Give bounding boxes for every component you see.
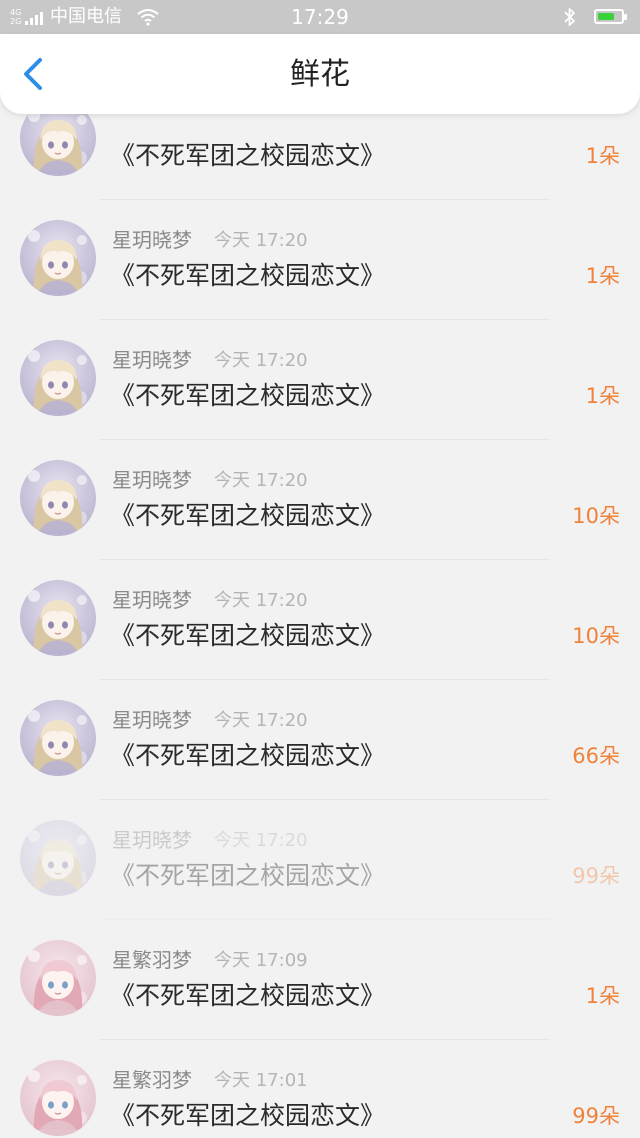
book-title[interactable]: 《不死军团之校园恋文》 <box>110 736 385 772</box>
send-time: 今天 17:20 <box>214 590 308 611</box>
flower-count: 1朵 <box>585 264 620 288</box>
list-item[interactable]: 星玥晓梦 今天 17:20 《不死军团之校园恋文》 1朵 <box>0 320 640 440</box>
book-title: 《不死军团之校园恋文》 <box>110 141 386 170</box>
book-title[interactable]: 《不死军团之校园恋文》 <box>110 376 385 412</box>
send-time: 今天 17:20 <box>214 710 308 731</box>
list-item[interactable]: 星玥晓梦 今天 17:20 《不死军团之校园恋文》 99朵 <box>0 800 640 920</box>
flower-count: 1朵 <box>585 144 620 168</box>
send-time: 今天 17:01 <box>214 1070 308 1091</box>
status-bar: 4G 2G 中国电信 17:29 <box>0 0 640 34</box>
avatar[interactable] <box>20 340 96 416</box>
chevron-left-icon <box>24 58 42 90</box>
flower-count: 1朵 <box>585 384 620 408</box>
list-item[interactable]: 星玥晓梦 今天 17:20 《不死军团之校园恋文》 66朵 <box>0 680 640 800</box>
avatar[interactable] <box>20 1060 96 1136</box>
page-title: 鲜花 <box>290 57 350 92</box>
list-item[interactable]: 星玥晓梦 今天 17:20 《不死军团之校园恋文》 10朵 <box>0 560 640 680</box>
send-time: 今天 17:09 <box>214 950 308 971</box>
sender-name[interactable]: 星玥晓梦 <box>112 704 192 733</box>
flower-count: 66朵 <box>572 744 620 768</box>
book-title[interactable]: 《不死军团之校园恋文》 <box>110 256 385 292</box>
sender-name[interactable]: 星玥晓梦 <box>112 464 192 493</box>
list-item[interactable]: 星玥晓梦 今天 17:20 《不死军团之校园恋文》 1朵 <box>0 200 640 320</box>
bluetooth-icon <box>564 8 575 26</box>
book-title[interactable]: 《不死军团之校园恋文》 <box>110 616 385 652</box>
sender-name[interactable]: 星玥晓梦 <box>112 584 192 613</box>
book-title[interactable]: 《不死军团之校园恋文》 <box>110 856 385 892</box>
book-title[interactable]: 《不死军团之校园恋文》 <box>110 496 385 532</box>
flower-count: 10朵 <box>572 504 620 528</box>
flower-count: 99朵 <box>572 864 620 888</box>
flower-count: 1朵 <box>585 984 620 1008</box>
sender-name[interactable]: 星玥晓梦 <box>112 224 192 253</box>
avatar[interactable] <box>20 580 96 656</box>
sender-name[interactable]: 星繁羽梦 <box>112 944 192 973</box>
sender-name[interactable]: 星玥晓梦 <box>112 344 192 373</box>
send-time: 今天 17:20 <box>214 470 308 491</box>
nav-bar: 鲜花 <box>0 34 640 114</box>
battery-icon <box>594 9 627 24</box>
flower-list[interactable]: 《不死军团之校园恋文》 1朵 星玥晓梦 今天 17:20 《不死军团之校园恋文》… <box>0 0 640 1138</box>
avatar[interactable] <box>20 220 96 296</box>
avatar[interactable] <box>20 940 96 1016</box>
list-item[interactable]: 星繁羽梦 今天 17:09 《不死军团之校园恋文》 1朵 <box>0 920 640 1040</box>
send-time: 今天 17:20 <box>214 230 308 251</box>
book-title[interactable]: 《不死军团之校园恋文》 <box>110 976 385 1012</box>
book-title[interactable]: 《不死军团之校园恋文》 <box>110 1096 385 1132</box>
list-item[interactable]: 星繁羽梦 今天 17:01 《不死军团之校园恋文》 99朵 <box>0 1040 640 1138</box>
flower-count: 99朵 <box>572 1104 620 1128</box>
back-button[interactable] <box>18 54 52 94</box>
sender-name[interactable]: 星繁羽梦 <box>112 1064 192 1093</box>
avatar[interactable] <box>20 460 96 536</box>
list-item[interactable]: 星玥晓梦 今天 17:20 《不死军团之校园恋文》 10朵 <box>0 440 640 560</box>
send-time: 今天 17:20 <box>214 350 308 371</box>
flower-count: 10朵 <box>572 624 620 648</box>
avatar[interactable] <box>20 820 96 896</box>
sender-name[interactable]: 星玥晓梦 <box>112 824 192 853</box>
send-time: 今天 17:20 <box>214 830 308 851</box>
clock: 17:29 <box>291 5 349 29</box>
avatar[interactable] <box>20 700 96 776</box>
